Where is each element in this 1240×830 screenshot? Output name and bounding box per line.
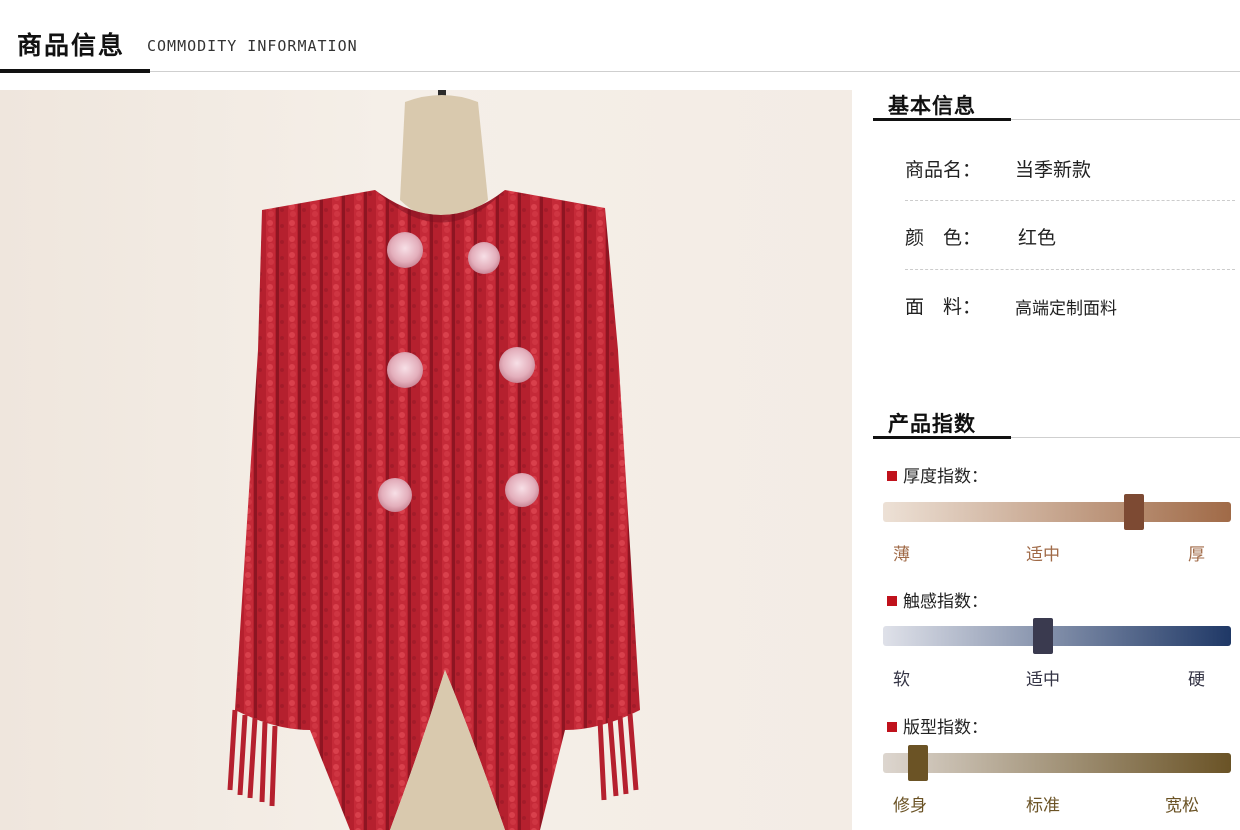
basic-info-header: 基本信息	[873, 90, 1240, 121]
info-key: 面 料：	[905, 296, 982, 318]
basic-info-title: 基本信息	[888, 93, 976, 118]
thickness-bar	[883, 502, 1231, 522]
button-1	[387, 232, 423, 268]
button-4	[499, 347, 535, 383]
index-title-text: 触感指数：	[903, 592, 988, 612]
info-value: 红色	[1018, 227, 1057, 249]
bullet-square-icon	[887, 471, 897, 481]
product-photo	[0, 90, 852, 830]
touch-index-title: 触感指数：	[887, 587, 988, 612]
bullet-square-icon	[887, 596, 897, 606]
info-key: 颜 色：	[905, 227, 982, 249]
button-3	[387, 352, 423, 388]
thickness-index-title: 厚度指数：	[887, 462, 988, 487]
fit-bar	[883, 753, 1231, 773]
thickness-slider-knob	[1123, 494, 1144, 530]
page-subtitle: COMMODITY INFORMATION	[147, 37, 358, 55]
info-row-color: 颜 色： 红色	[905, 223, 1235, 283]
row-divider	[905, 200, 1235, 201]
thickness-label-thin: 薄	[893, 545, 910, 565]
fit-label-slim: 修身	[893, 796, 927, 816]
index-title-text: 版型指数：	[903, 718, 988, 738]
header-divider	[0, 71, 1240, 72]
info-value: 当季新款	[1015, 159, 1092, 181]
touch-bar	[883, 626, 1231, 646]
product-index-header: 产品指数	[873, 408, 1240, 439]
fit-label-standard: 标准	[1026, 796, 1060, 816]
index-title-text: 厚度指数：	[903, 467, 988, 487]
fit-label-loose: 宽松	[1165, 796, 1199, 816]
info-row-fabric: 面 料： 高端定制面料	[905, 292, 1235, 352]
header-accent-bar	[0, 69, 150, 73]
info-key: 商品名：	[905, 159, 982, 181]
touch-label-hard: 硬	[1188, 670, 1205, 690]
jacket-illustration	[227, 90, 640, 830]
info-value: 高端定制面料	[1015, 299, 1117, 319]
touch-slider-knob	[1033, 618, 1054, 654]
fit-index-title: 版型指数：	[887, 713, 988, 738]
thickness-label-thick: 厚	[1188, 545, 1205, 565]
bullet-square-icon	[887, 722, 897, 732]
product-index-accent	[873, 436, 1011, 439]
touch-label-soft: 软	[893, 670, 910, 690]
page-header: 商品信息 COMMODITY INFORMATION	[0, 0, 1240, 74]
button-6	[505, 473, 539, 507]
button-2	[468, 242, 500, 274]
button-5	[378, 478, 412, 512]
row-divider	[905, 269, 1235, 270]
touch-label-medium: 适中	[1026, 670, 1060, 690]
page-title: 商品信息	[17, 31, 126, 60]
product-index-title: 产品指数	[888, 411, 976, 436]
basic-info-accent	[873, 118, 1011, 121]
info-row-name: 商品名： 当季新款	[905, 155, 1235, 215]
thickness-label-medium: 适中	[1026, 545, 1060, 565]
fit-slider-knob	[907, 745, 928, 781]
mannequin-neck	[400, 95, 488, 220]
